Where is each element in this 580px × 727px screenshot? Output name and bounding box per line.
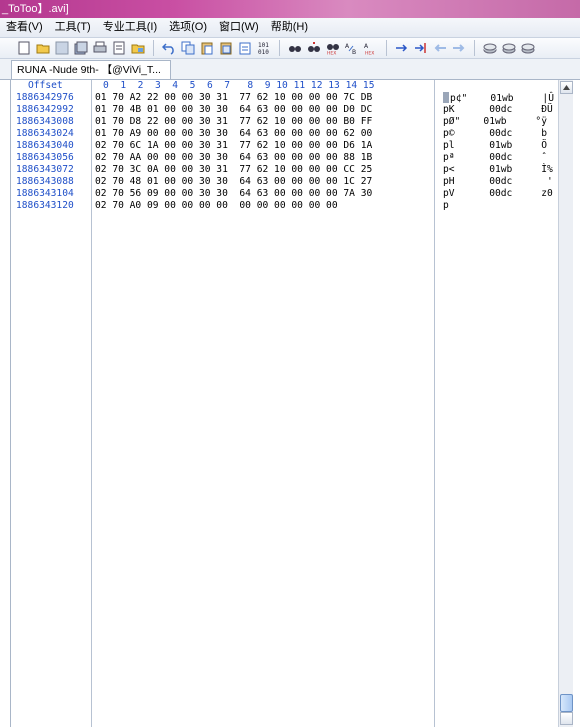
menu-window[interactable]: 窗口(W)	[213, 18, 265, 37]
offset-column: Offset 1886342976 1886342992 1886343008 …	[11, 80, 92, 727]
properties-icon[interactable]	[111, 40, 127, 56]
open-folder-icon[interactable]	[35, 40, 51, 56]
svg-text:HEX: HEX	[327, 51, 336, 56]
hex-row[interactable]: 02 70 56 09 00 00 30 30 64 63 00 00 00 0…	[92, 188, 434, 200]
offset-list: 1886342976 1886342992 1886343008 1886343…	[11, 92, 91, 212]
clipboard-icon[interactable]	[237, 40, 253, 56]
ascii-row[interactable]: p< 01wb Ì%	[435, 164, 559, 176]
ascii-row[interactable]: pª 00dc ˆ	[435, 152, 559, 164]
ascii-row[interactable]: pV 00dc z0	[435, 188, 559, 200]
hex-row[interactable]: 02 70 AA 00 00 00 30 30 64 63 00 00 00 0…	[92, 152, 434, 164]
menu-options[interactable]: 选项(O)	[163, 18, 213, 37]
toolbar-separator	[474, 40, 475, 56]
ascii-text: p¢" 01wb |Û	[450, 93, 554, 104]
svg-text:A: A	[364, 43, 369, 50]
window-title: _ToToo】.avi]	[2, 3, 69, 15]
svg-text:A: A	[345, 43, 350, 50]
toolbar-separator	[279, 40, 280, 56]
new-file-icon[interactable]	[16, 40, 32, 56]
disk-3-icon[interactable]	[520, 40, 536, 56]
hex-row[interactable]: 02 70 3C 0A 00 00 30 31 77 62 10 00 00 0…	[92, 164, 434, 176]
replace-hex-icon[interactable]: A HEX	[363, 40, 379, 56]
find-next-icon[interactable]	[306, 40, 322, 56]
goto-icon[interactable]	[394, 40, 410, 56]
toolbar: 101 010 HEX AB A HEX	[0, 38, 580, 59]
vertical-scrollbar[interactable]	[558, 80, 573, 727]
scroll-thumb[interactable]	[560, 694, 573, 712]
find-icon[interactable]	[287, 40, 303, 56]
offset-cell: 1886343040	[16, 140, 74, 151]
ascii-column[interactable]: p¢" 01wb |Û pK 00dc ÐÜ pØ" 01wb °ÿ p© 00…	[435, 80, 559, 727]
hex-column[interactable]: 0 1 2 3 4 5 6 7 8 9 10 11 12 13 14 15 01…	[92, 80, 435, 727]
toolbar-separator	[153, 40, 154, 56]
svg-text:B: B	[352, 49, 356, 55]
toolbar-separator	[386, 40, 387, 56]
window-title-bar: _ToToo】.avi]	[0, 0, 580, 18]
menu-help[interactable]: 帮助(H)	[265, 18, 314, 37]
open-disk-icon[interactable]	[130, 40, 146, 56]
menu-pro-tools[interactable]: 专业工具(I)	[97, 18, 163, 37]
tab-strip: RUNA -Nude 9th- 【@ViVi_T...	[0, 59, 580, 80]
print-icon[interactable]	[92, 40, 108, 56]
ascii-row[interactable]: pK 00dc ÐÜ	[435, 104, 559, 116]
save-icon[interactable]	[54, 40, 70, 56]
offset-cell: 1886343072	[16, 164, 74, 175]
find-hex-icon[interactable]: HEX	[325, 40, 341, 56]
paste-icon[interactable]	[199, 40, 215, 56]
hex-row[interactable]: 01 70 A9 00 00 00 30 30 64 63 00 00 00 0…	[92, 128, 434, 140]
hex-convert-icon[interactable]: 101 010	[256, 40, 272, 56]
hex-row[interactable]: 01 70 D8 22 00 00 30 31 77 62 10 00 00 0…	[92, 116, 434, 128]
hex-row[interactable]: 02 70 A0 09 00 00 00 00 00 00 00 00 00 0…	[92, 200, 434, 212]
undo-icon[interactable]	[161, 40, 177, 56]
offset-cell: 1886343120	[16, 200, 74, 211]
ascii-row[interactable]: p© 00dc b	[435, 128, 559, 140]
hex-editor-view[interactable]: Offset 1886342976 1886342992 1886343008 …	[10, 80, 571, 727]
svg-text:010: 010	[258, 49, 269, 55]
menu-tools[interactable]: 工具(T)	[49, 18, 97, 37]
hex-row[interactable]: 01 70 4B 01 00 00 30 30 64 63 00 00 00 0…	[92, 104, 434, 116]
offset-cell: 1886343024	[16, 128, 74, 139]
offset-cell: 1886343056	[16, 152, 74, 163]
offset-cell: 1886343088	[16, 176, 74, 187]
offset-cell: 1886342976	[16, 92, 74, 103]
copy-icon[interactable]	[180, 40, 196, 56]
offset-cell: 1886343104	[16, 188, 74, 199]
ascii-row[interactable]: pl 01wb Ö	[435, 140, 559, 152]
save-all-icon[interactable]	[73, 40, 89, 56]
ascii-header	[435, 80, 559, 92]
replace-icon[interactable]: AB	[344, 40, 360, 56]
file-tab[interactable]: RUNA -Nude 9th- 【@ViVi_T...	[11, 60, 171, 79]
offset-cell: 1886343008	[16, 116, 74, 127]
back-icon[interactable]	[432, 40, 448, 56]
hex-header: 0 1 2 3 4 5 6 7 8 9 10 11 12 13 14 15	[103, 80, 375, 91]
hex-row[interactable]: 02 70 6C 1A 00 00 30 31 77 62 10 00 00 0…	[92, 140, 434, 152]
offset-cell: 1886342992	[16, 104, 74, 115]
hex-row[interactable]: 01 70 A2 22 00 00 30 31 77 62 10 00 00 0…	[92, 92, 434, 104]
disk-2-icon[interactable]	[501, 40, 517, 56]
ascii-row[interactable]: pH 00dc '	[435, 176, 559, 188]
hex-row[interactable]: 02 70 48 01 00 00 30 30 64 63 00 00 00 0…	[92, 176, 434, 188]
svg-text:101: 101	[258, 42, 269, 49]
offset-header: Offset	[28, 80, 63, 91]
svg-text:HEX: HEX	[365, 51, 374, 56]
chevron-up-icon	[563, 85, 570, 90]
menu-bar: 查看(V) 工具(T) 专业工具(I) 选项(O) 窗口(W) 帮助(H)	[0, 18, 580, 38]
ascii-row[interactable]: p¢" 01wb |Û	[435, 92, 559, 104]
paste-special-icon[interactable]	[218, 40, 234, 56]
scroll-down-button[interactable]	[560, 712, 573, 725]
goto-offset-icon[interactable]	[413, 40, 429, 56]
forward-icon[interactable]	[451, 40, 467, 56]
disk-icon[interactable]	[482, 40, 498, 56]
ascii-row[interactable]: pØ" 01wb °ÿ	[435, 116, 559, 128]
text-caret	[443, 92, 449, 103]
scroll-up-button[interactable]	[560, 81, 573, 94]
ascii-row[interactable]: p	[435, 200, 559, 212]
menu-view[interactable]: 查看(V)	[0, 18, 49, 37]
